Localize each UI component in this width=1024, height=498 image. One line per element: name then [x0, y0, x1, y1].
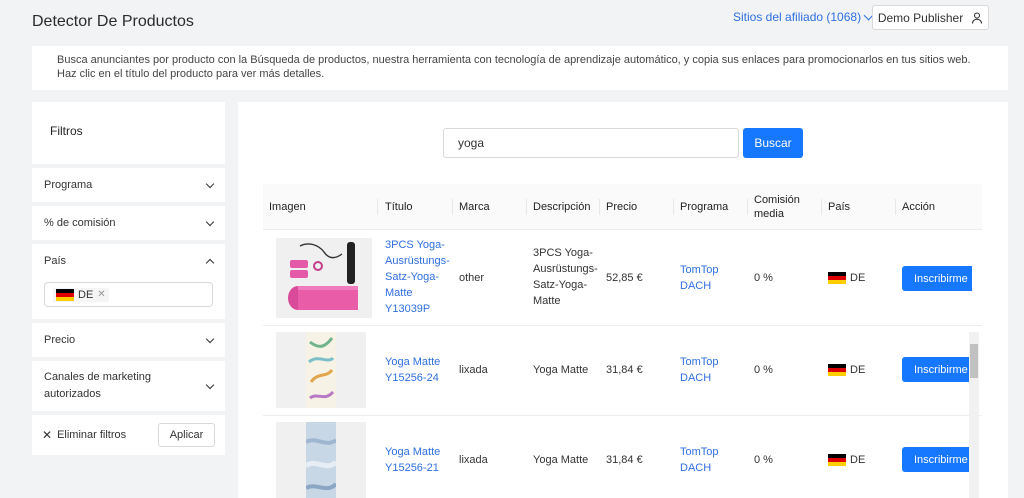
- product-image: [276, 238, 372, 318]
- column-header: Programa: [680, 201, 729, 213]
- results-panel: yoga Buscar Imagen Título Marca Descripc…: [238, 102, 1008, 498]
- products-table: Imagen Título Marca Descripción Precio P…: [263, 184, 982, 498]
- program-link[interactable]: TomTop DACH: [680, 262, 730, 294]
- subscribe-button[interactable]: Inscribirme: [902, 357, 972, 382]
- filter-label: Canales de marketing autorizados: [44, 371, 152, 400]
- country-tag: DE ✕: [53, 287, 109, 302]
- filter-label: Precio: [44, 334, 76, 346]
- close-icon: ✕: [42, 428, 53, 442]
- filter-marketing-channels[interactable]: Canales de marketing autorizados: [32, 361, 225, 411]
- column-header: País: [828, 201, 851, 213]
- program-link[interactable]: TomTop DACH: [680, 354, 730, 386]
- description-cell: Yoga Matte: [533, 364, 589, 376]
- country-label: DE: [850, 272, 866, 284]
- filter-label: Programa: [44, 179, 93, 191]
- affiliate-sites-dropdown[interactable]: Sitios del afiliado (1068): [733, 10, 874, 24]
- yoga-set-icon: [288, 242, 358, 310]
- country-select[interactable]: DE ✕: [44, 282, 213, 307]
- brand-cell: other: [459, 272, 485, 284]
- column-header: Comisión media: [754, 194, 800, 220]
- search-input[interactable]: yoga: [443, 128, 739, 158]
- search-button[interactable]: Buscar: [743, 128, 803, 158]
- table-scrollbar[interactable]: [969, 332, 979, 498]
- column-header: Imagen: [269, 201, 306, 213]
- brand-cell: lixada: [459, 454, 488, 466]
- column-header: Título: [385, 201, 413, 213]
- remove-tag-icon[interactable]: ✕: [97, 289, 105, 300]
- germany-flag-icon: [828, 454, 846, 466]
- subscribe-button[interactable]: Inscribirme: [902, 266, 972, 291]
- filters-title: Filtros: [32, 102, 225, 164]
- publisher-button[interactable]: Demo Publisher: [872, 5, 989, 30]
- affiliate-sites-label: Sitios del afiliado (1068): [733, 10, 862, 24]
- price-cell: 31,84 €: [606, 454, 643, 466]
- country-cell: DE: [828, 452, 865, 468]
- table-header: Imagen Título Marca Descripción Precio P…: [263, 184, 982, 230]
- yoga-mat-icon: [306, 332, 336, 408]
- country-tag-label: DE: [78, 288, 94, 301]
- brand-cell: lixada: [459, 364, 488, 376]
- description-cell: Yoga Matte: [533, 454, 589, 466]
- description-cell: 3PCS Yoga-Ausrüstungs-Satz-Yoga-Matte: [533, 247, 598, 307]
- chevron-down-icon: [205, 380, 215, 389]
- product-image: [276, 332, 366, 408]
- commission-cell: 0 %: [754, 364, 773, 376]
- user-icon: [972, 11, 983, 24]
- product-title-link[interactable]: Yoga Matte Y15256-24: [385, 354, 449, 386]
- filter-commission[interactable]: % de comisión: [32, 206, 225, 240]
- column-header: Descripción: [533, 201, 591, 213]
- filter-label: % de comisión: [44, 217, 116, 229]
- table-row: Yoga Matte Y15256-24 lixada Yoga Matte 3…: [263, 326, 982, 416]
- commission-cell: 0 %: [754, 454, 773, 466]
- chevron-down-icon: [205, 217, 215, 226]
- filter-actions: ✕ Eliminar filtros Aplicar: [32, 415, 225, 455]
- chevron-down-icon: [205, 179, 215, 188]
- clear-filters-label: Eliminar filtros: [57, 429, 127, 441]
- table-row: Yoga Matte Y15256-21 lixada Yoga Matte 3…: [263, 416, 982, 498]
- publisher-label: Demo Publisher: [877, 10, 964, 25]
- country-cell: DE: [828, 362, 865, 378]
- subscribe-button[interactable]: Inscribirme: [902, 447, 972, 472]
- column-header: Precio: [606, 201, 638, 213]
- country-filter-panel: DE ✕: [32, 278, 225, 319]
- price-cell: 31,84 €: [606, 364, 643, 376]
- table-row: 3PCS Yoga-Ausrüstungs-Satz-Yoga-Matte Y1…: [263, 230, 982, 326]
- country-label: DE: [850, 364, 866, 376]
- intro-text: Busca anunciantes por producto con la Bú…: [32, 46, 1008, 90]
- germany-flag-icon: [828, 272, 846, 284]
- country-label: DE: [850, 454, 866, 466]
- filter-country[interactable]: País: [32, 244, 225, 278]
- yoga-mat-icon: [306, 422, 336, 498]
- chevron-down-icon: [205, 334, 215, 343]
- filter-program[interactable]: Programa: [32, 168, 225, 202]
- product-title-link[interactable]: 3PCS Yoga-Ausrüstungs-Satz-Yoga-Matte Y1…: [385, 237, 450, 317]
- header: Detector De Productos Sitios del afiliad…: [0, 0, 1024, 46]
- product-image: [276, 422, 366, 498]
- filter-label: País: [44, 255, 67, 267]
- program-link[interactable]: TomTop DACH: [680, 444, 730, 476]
- country-cell: DE: [828, 270, 865, 286]
- scrollbar-thumb[interactable]: [970, 344, 978, 378]
- price-cell: 52,85 €: [606, 272, 643, 284]
- column-header: Acción: [902, 201, 936, 213]
- filter-price[interactable]: Precio: [32, 323, 225, 357]
- column-header: Marca: [459, 201, 490, 213]
- chevron-up-icon: [205, 258, 215, 267]
- apply-button[interactable]: Aplicar: [158, 423, 215, 447]
- germany-flag-icon: [828, 364, 846, 376]
- page-title: Detector De Productos: [32, 13, 194, 30]
- clear-filters-button[interactable]: ✕ Eliminar filtros: [42, 428, 126, 442]
- commission-cell: 0 %: [754, 272, 773, 284]
- filters-sidebar: Filtros Programa % de comisión País DE ✕…: [32, 102, 225, 455]
- germany-flag-icon: [56, 288, 74, 301]
- product-title-link[interactable]: Yoga Matte Y15256-21: [385, 444, 449, 476]
